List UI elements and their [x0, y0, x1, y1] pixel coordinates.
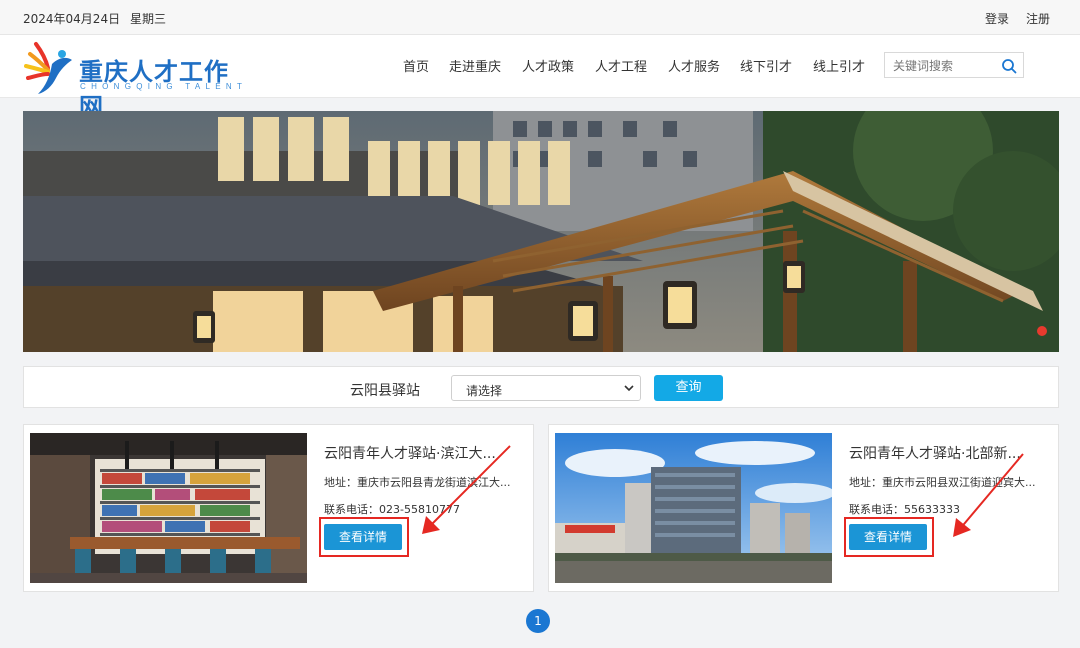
- nav-talent-service[interactable]: 人才服务: [668, 56, 720, 75]
- view-details-button[interactable]: 查看详情: [849, 524, 927, 550]
- current-weekday: 星期三: [130, 12, 167, 26]
- search-box: [884, 52, 1024, 78]
- site-header: 重庆人才工作网 CHONGQING TALENT 首页 走进重庆 人才政策 人才…: [0, 35, 1080, 121]
- annotation-arrow-icon: [953, 453, 1024, 537]
- station-filter: 云阳县驿站 请选择 查询: [23, 366, 1059, 408]
- select-value: 请选择: [466, 384, 503, 398]
- site-subtitle: CHONGQING TALENT: [80, 82, 248, 91]
- top-bar: 2024年04月24日 星期三 登录 注册: [0, 0, 1080, 35]
- nav-talent-policy[interactable]: 人才政策: [522, 56, 574, 75]
- annotation-arrow-icon: [422, 445, 511, 534]
- search-icon[interactable]: [1001, 58, 1017, 74]
- station-phone: 联系电话：55633333: [849, 503, 960, 516]
- logo-mark-icon: [24, 42, 72, 94]
- filter-label: 云阳县驿站: [350, 383, 420, 399]
- station-select[interactable]: 请选择: [451, 375, 641, 401]
- station-photo[interactable]: [30, 433, 307, 583]
- view-details-button[interactable]: 查看详情: [324, 524, 402, 550]
- banner-photo: [23, 111, 1059, 352]
- nav-home[interactable]: 首页: [403, 56, 429, 75]
- pagination-page-1[interactable]: 1: [526, 609, 550, 633]
- banner-image[interactable]: [23, 111, 1059, 352]
- nav-about-chongqing[interactable]: 走进重庆: [449, 56, 501, 75]
- nav-talent-project[interactable]: 人才工程: [595, 56, 647, 75]
- search-input[interactable]: [891, 57, 995, 75]
- login-link[interactable]: 登录: [985, 10, 1009, 27]
- current-date: 2024年04月24日: [23, 12, 121, 26]
- register-link[interactable]: 注册: [1026, 10, 1050, 27]
- chevron-down-icon: [624, 385, 634, 392]
- nav-offline-recruit[interactable]: 线下引才: [740, 56, 792, 75]
- station-photo[interactable]: [555, 433, 832, 583]
- site-logo[interactable]: 重庆人才工作网 CHONGQING TALENT: [22, 38, 252, 121]
- carousel-indicator[interactable]: [1037, 326, 1047, 336]
- nav-online-recruit[interactable]: 线上引才: [813, 56, 865, 75]
- query-button[interactable]: 查询: [654, 375, 723, 401]
